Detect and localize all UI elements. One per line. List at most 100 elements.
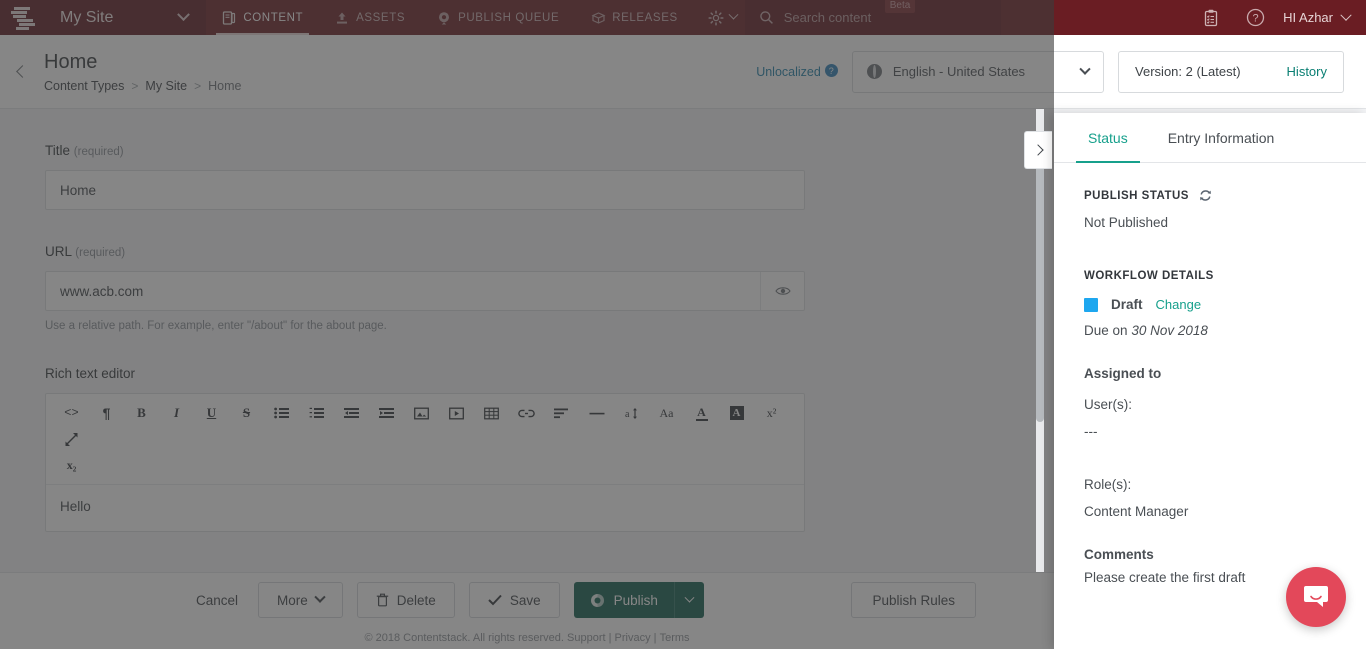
insert-table-icon[interactable] — [474, 400, 509, 426]
field-rich-text: Rich text editor <> ¶ B I U S a Aa A A x… — [45, 366, 1002, 532]
title-input[interactable]: Home — [45, 170, 805, 210]
publish-status-value: Not Published — [1084, 215, 1169, 230]
action-bar-right: Publish Rules — [851, 582, 976, 618]
tasks-button[interactable] — [1189, 0, 1233, 35]
drawer-body: PUBLISH STATUS Not Published WORKFLOW DE… — [1054, 163, 1366, 585]
globe-icon — [866, 64, 882, 79]
field-url-label-text: URL — [45, 244, 72, 259]
footer-link-support[interactable]: Support — [567, 632, 606, 644]
text-color-icon[interactable]: A — [684, 400, 719, 426]
releases-box-icon — [591, 11, 606, 25]
workflow-due-date: Due on 30 Nov 2018 — [1084, 323, 1366, 338]
chevron-down-icon — [314, 591, 326, 603]
numbered-list-icon[interactable] — [299, 400, 334, 426]
italic-icon[interactable]: I — [159, 400, 194, 426]
delete-button[interactable]: Delete — [356, 582, 455, 618]
settings-menu[interactable] — [694, 0, 745, 35]
font-size-icon[interactable]: Aa — [649, 400, 684, 426]
highlight-color-icon[interactable]: A — [719, 400, 754, 426]
page-header: Home Content Types > My Site > Home Unlo… — [0, 35, 1366, 109]
drawer-tabs: Status Entry Information — [1054, 113, 1366, 163]
breadcrumb-item-my-site[interactable]: My Site — [145, 79, 187, 93]
entry-action-bar: Cancel More Delete Save Publish Publish … — [0, 572, 1054, 627]
field-title-required: (required) — [73, 146, 124, 158]
publish-status-heading-text: PUBLISH STATUS — [1084, 189, 1189, 202]
top-nav-right: ? HI Azhar — [1189, 0, 1366, 35]
nav-item-releases[interactable]: RELEASES — [575, 0, 694, 35]
messenger-launcher-button[interactable] — [1286, 567, 1346, 627]
nav-item-publish-queue[interactable]: PUBLISH QUEUE — [421, 0, 575, 35]
source-code-icon[interactable]: <> — [54, 400, 89, 426]
insert-link-icon[interactable] — [509, 400, 544, 426]
save-button-label: Save — [509, 592, 541, 608]
url-preview-button[interactable] — [760, 272, 804, 310]
workflow-change-link[interactable]: Change — [1156, 297, 1202, 312]
field-title-label-text: Title — [45, 143, 71, 158]
help-icon[interactable]: ? — [824, 64, 838, 77]
indent-icon[interactable] — [369, 400, 404, 426]
outdent-icon[interactable] — [334, 400, 369, 426]
unlocalized-status[interactable]: Unlocalized? — [756, 63, 838, 81]
tab-entry-information[interactable]: Entry Information — [1148, 113, 1295, 162]
more-button[interactable]: More — [258, 582, 343, 618]
insert-image-icon[interactable] — [404, 400, 439, 426]
nav-item-publish-queue-label: PUBLISH QUEUE — [458, 11, 560, 24]
underline-icon[interactable]: U — [194, 400, 229, 426]
unlocalized-label: Unlocalized — [756, 64, 821, 79]
workflow-details-heading: WORKFLOW DETAILS — [1084, 270, 1214, 282]
bold-icon[interactable]: B — [124, 400, 159, 426]
publish-button[interactable]: Publish — [574, 582, 674, 618]
workflow-stage-name: Draft — [1111, 297, 1143, 312]
global-search[interactable]: Search content Beta — [744, 0, 1001, 35]
workflow-due-value: 30 Nov 2018 — [1131, 323, 1208, 338]
main-scrollbar[interactable] — [1036, 109, 1044, 572]
more-button-label: More — [277, 592, 308, 608]
publish-options-button[interactable] — [673, 582, 704, 618]
locale-label: English - United States — [892, 64, 1026, 79]
line-height-icon[interactable]: a — [614, 400, 649, 426]
save-button[interactable]: Save — [468, 582, 560, 618]
publish-globe-icon — [590, 593, 605, 608]
user-menu[interactable]: HI Azhar — [1277, 9, 1366, 25]
fullscreen-icon[interactable] — [54, 426, 89, 452]
search-icon — [759, 10, 774, 25]
nav-item-assets[interactable]: ASSETS — [319, 0, 421, 35]
page-footer: © 2018 Contentstack. All rights reserved… — [0, 627, 1054, 649]
footer-link-privacy[interactable]: Privacy — [615, 632, 651, 644]
breadcrumb-item-content-types[interactable]: Content Types — [44, 79, 124, 93]
paragraph-icon[interactable]: ¶ — [89, 400, 124, 426]
tab-status[interactable]: Status — [1068, 113, 1148, 163]
publish-rules-button[interactable]: Publish Rules — [851, 582, 976, 618]
superscript-icon[interactable]: x² — [754, 400, 789, 426]
action-bar-left: Cancel More Delete Save Publish — [190, 582, 704, 618]
workflow-stage-color-swatch — [1084, 297, 1098, 312]
locale-selector[interactable]: English - United States — [851, 50, 1105, 93]
chevron-right-icon — [1031, 144, 1044, 156]
rich-text-editor: <> ¶ B I U S a Aa A A x² x₂ Hello — [45, 393, 805, 532]
site-switcher[interactable]: My Site — [46, 0, 207, 35]
sidebar-collapse-toggle[interactable] — [1024, 131, 1052, 169]
search-input[interactable]: Search content — [784, 10, 871, 25]
contentstack-logo[interactable] — [0, 0, 46, 35]
assigned-roles-label: Role(s): — [1084, 477, 1132, 492]
field-url-required: (required) — [75, 247, 126, 259]
cancel-button[interactable]: Cancel — [190, 593, 244, 608]
align-icon[interactable] — [544, 400, 579, 426]
url-input[interactable]: www.acb.com — [46, 284, 760, 299]
rich-text-content[interactable]: Hello — [46, 485, 804, 531]
history-link[interactable]: History — [1287, 64, 1327, 79]
refresh-icon[interactable] — [1199, 189, 1212, 202]
insert-video-icon[interactable] — [439, 400, 474, 426]
back-button[interactable] — [0, 65, 44, 78]
gear-icon — [708, 9, 724, 26]
bulleted-list-icon[interactable] — [264, 400, 299, 426]
messenger-icon — [1301, 582, 1331, 612]
footer-link-terms[interactable]: Terms — [660, 632, 690, 644]
subscript-icon[interactable]: x₂ — [54, 452, 89, 478]
horizontal-rule-icon[interactable] — [579, 400, 614, 426]
help-button[interactable]: ? — [1233, 0, 1277, 35]
nav-item-content[interactable]: CONTENT — [206, 0, 319, 35]
footer-separator: | — [653, 632, 657, 644]
strikethrough-icon[interactable]: S — [229, 400, 264, 426]
scrollbar-thumb[interactable] — [1036, 132, 1044, 422]
